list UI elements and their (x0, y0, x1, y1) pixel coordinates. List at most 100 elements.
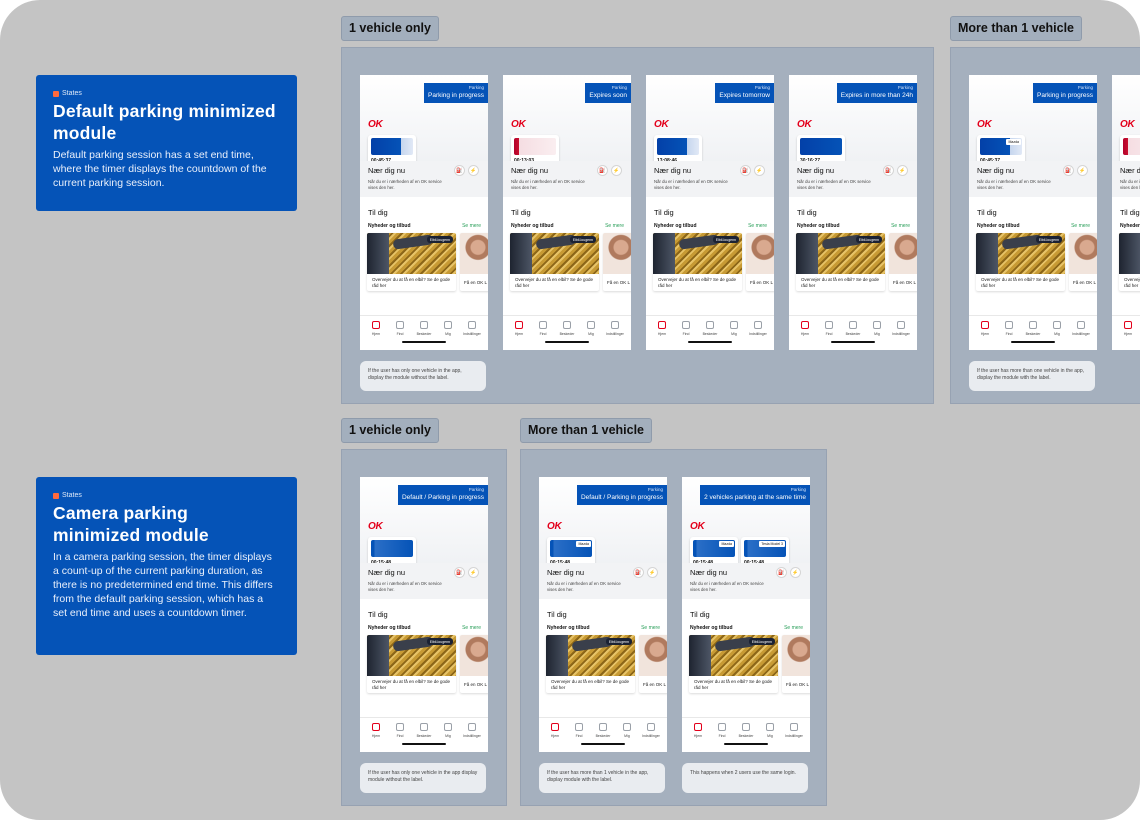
tab-me[interactable]: Mig (722, 321, 746, 336)
tab-home[interactable]: Hjem (507, 321, 531, 336)
tab-me[interactable]: Mig (436, 321, 460, 336)
fuel-icon[interactable]: ⛽ (454, 567, 465, 578)
near-you-title: Nær dig nu (654, 166, 692, 175)
tab-find[interactable]: Find (674, 321, 698, 336)
see-more-link[interactable]: Se mere (462, 625, 481, 631)
tab-find[interactable]: Find (817, 321, 841, 336)
tab-home[interactable]: Hjem (686, 723, 710, 738)
near-you-description: Når du er i nærheden af en OK service vi… (797, 179, 871, 190)
fuel-icon[interactable]: ⛽ (883, 165, 894, 176)
lightning-icon[interactable]: ⚡ (897, 165, 908, 176)
tab-find[interactable]: Find (567, 723, 591, 738)
lightning-icon[interactable]: ⚡ (611, 165, 622, 176)
find-icon (396, 723, 404, 731)
tab-messages[interactable]: Beskeder (555, 321, 579, 336)
tab-messages[interactable]: Beskeder (591, 723, 615, 738)
tab-settings[interactable]: Indstillinger (782, 723, 806, 738)
tab-messages[interactable]: Beskeder (734, 723, 758, 738)
news-title: Nyheder og tilbud (368, 223, 411, 229)
see-more-link[interactable]: Se mere (1071, 223, 1090, 229)
lightning-icon[interactable]: ⚡ (647, 567, 658, 578)
see-more-link[interactable]: Se mere (462, 223, 481, 229)
tab-settings[interactable]: Indstillinger (746, 321, 770, 336)
settings-icon (790, 723, 798, 731)
tab-find[interactable]: Find (388, 723, 412, 738)
fuel-icon[interactable]: ⛽ (1063, 165, 1074, 176)
news-caption: Få en OK L (464, 280, 488, 285)
fuel-icon[interactable]: ⛽ (776, 567, 787, 578)
tab-me[interactable]: Mig (865, 321, 889, 336)
news-pill: Elbil-lougenn (426, 236, 453, 243)
home-icon (1124, 321, 1132, 329)
lightning-icon[interactable]: ⚡ (790, 567, 801, 578)
news-card[interactable]: Få en OK L (889, 233, 917, 291)
tab-settings[interactable]: Indstillinger (460, 321, 484, 336)
news-card[interactable]: Få en OK L (746, 233, 774, 291)
news-caption: Få en OK L (786, 682, 810, 687)
fuel-icon[interactable]: ⛽ (597, 165, 608, 176)
tab-messages[interactable]: Beskeder (698, 321, 722, 336)
tab-home[interactable]: Hjem (1116, 321, 1140, 336)
tab-settings[interactable]: Indstillinger (603, 321, 627, 336)
fuel-icon[interactable]: ⛽ (454, 165, 465, 176)
news-card[interactable]: Få en OK L (782, 635, 810, 693)
tab-settings[interactable]: Indstillinger (460, 723, 484, 738)
tab-find[interactable]: Find (531, 321, 555, 336)
tab-messages[interactable]: Beskeder (412, 321, 436, 336)
news-card[interactable]: Få en OK L (603, 233, 631, 291)
news-card[interactable]: Elbil-lougenn Overvejer du at få en elbil… (796, 233, 885, 291)
tab-settings[interactable]: Indstillinger (889, 321, 913, 336)
tab-bar: HjemFindBeskederMigIndstillinger (360, 717, 488, 752)
see-more-link[interactable]: Se mere (891, 223, 910, 229)
see-more-link[interactable]: Se mere (641, 625, 660, 631)
tab-find[interactable]: Find (388, 321, 412, 336)
tab-messages[interactable]: Beskeder (1021, 321, 1045, 336)
tab-home[interactable]: Hjem (543, 723, 567, 738)
lightning-icon[interactable]: ⚡ (468, 165, 479, 176)
see-more-link[interactable]: Se mere (748, 223, 767, 229)
news-caption: Få en OK L (643, 682, 667, 687)
tab-me[interactable]: Mig (615, 723, 639, 738)
tab-me[interactable]: Mig (1045, 321, 1069, 336)
news-image (1069, 233, 1097, 274)
news-card[interactable]: Elbil-lougenn Overvejer du at få en elbil… (367, 635, 456, 693)
news-pill: Elbil-lougenn (569, 236, 596, 243)
fuel-icon[interactable]: ⛽ (633, 567, 644, 578)
news-card[interactable]: Få en OK L (1069, 233, 1097, 291)
tab-settings[interactable]: Indstillinger (639, 723, 663, 738)
news-card[interactable]: Elbil-lougenn Overvejer du at få en elbil… (1119, 233, 1140, 291)
news-card[interactable]: Elbil-lougenn Overvejer du at få en elbil… (367, 233, 456, 291)
tab-home[interactable]: Hjem (973, 321, 997, 336)
tab-me[interactable]: Mig (436, 723, 460, 738)
tab-find[interactable]: Find (710, 723, 734, 738)
tab-me[interactable]: Mig (579, 321, 603, 336)
fuel-icon[interactable]: ⛽ (740, 165, 751, 176)
tab-bar: HjemFindBeskederMigIndstillinger (1112, 315, 1140, 350)
lightning-icon[interactable]: ⚡ (754, 165, 765, 176)
tab-home[interactable]: Hjem (364, 321, 388, 336)
news-card[interactable]: Få en OK L (460, 233, 488, 291)
tab-home[interactable]: Hjem (793, 321, 817, 336)
design-canvas: States Default parking minimized module … (0, 0, 1140, 820)
tab-messages[interactable]: Beskeder (841, 321, 865, 336)
news-card[interactable]: Elbil-lougenn Overvejer du at få en elbil… (546, 635, 635, 693)
news-card[interactable]: Elbil-lougenn Overvejer du at få en elbil… (653, 233, 742, 291)
tab-find[interactable]: Find (997, 321, 1021, 336)
home-indicator (688, 341, 732, 343)
tab-bar: HjemFindBeskederMigIndstillinger (789, 315, 917, 350)
lightning-icon[interactable]: ⚡ (468, 567, 479, 578)
see-more-link[interactable]: Se mere (784, 625, 803, 631)
tab-home[interactable]: Hjem (650, 321, 674, 336)
news-card[interactable]: Elbil-lougenn Overvejer du at få en elbil… (510, 233, 599, 291)
see-more-link[interactable]: Se mere (605, 223, 624, 229)
lightning-icon[interactable]: ⚡ (1077, 165, 1088, 176)
tab-me[interactable]: Mig (758, 723, 782, 738)
news-card[interactable]: Elbil-lougenn Overvejer du at få en elbil… (689, 635, 778, 693)
news-card[interactable]: Få en OK L (639, 635, 667, 693)
tab-settings[interactable]: Indstillinger (1069, 321, 1093, 336)
news-card[interactable]: Få en OK L (460, 635, 488, 693)
tab-messages[interactable]: Beskeder (412, 723, 436, 738)
tab-home[interactable]: Hjem (364, 723, 388, 738)
news-card[interactable]: Elbil-lougenn Overvejer du at få en elbil… (976, 233, 1065, 291)
news-caption: Få en OK L (893, 280, 917, 285)
